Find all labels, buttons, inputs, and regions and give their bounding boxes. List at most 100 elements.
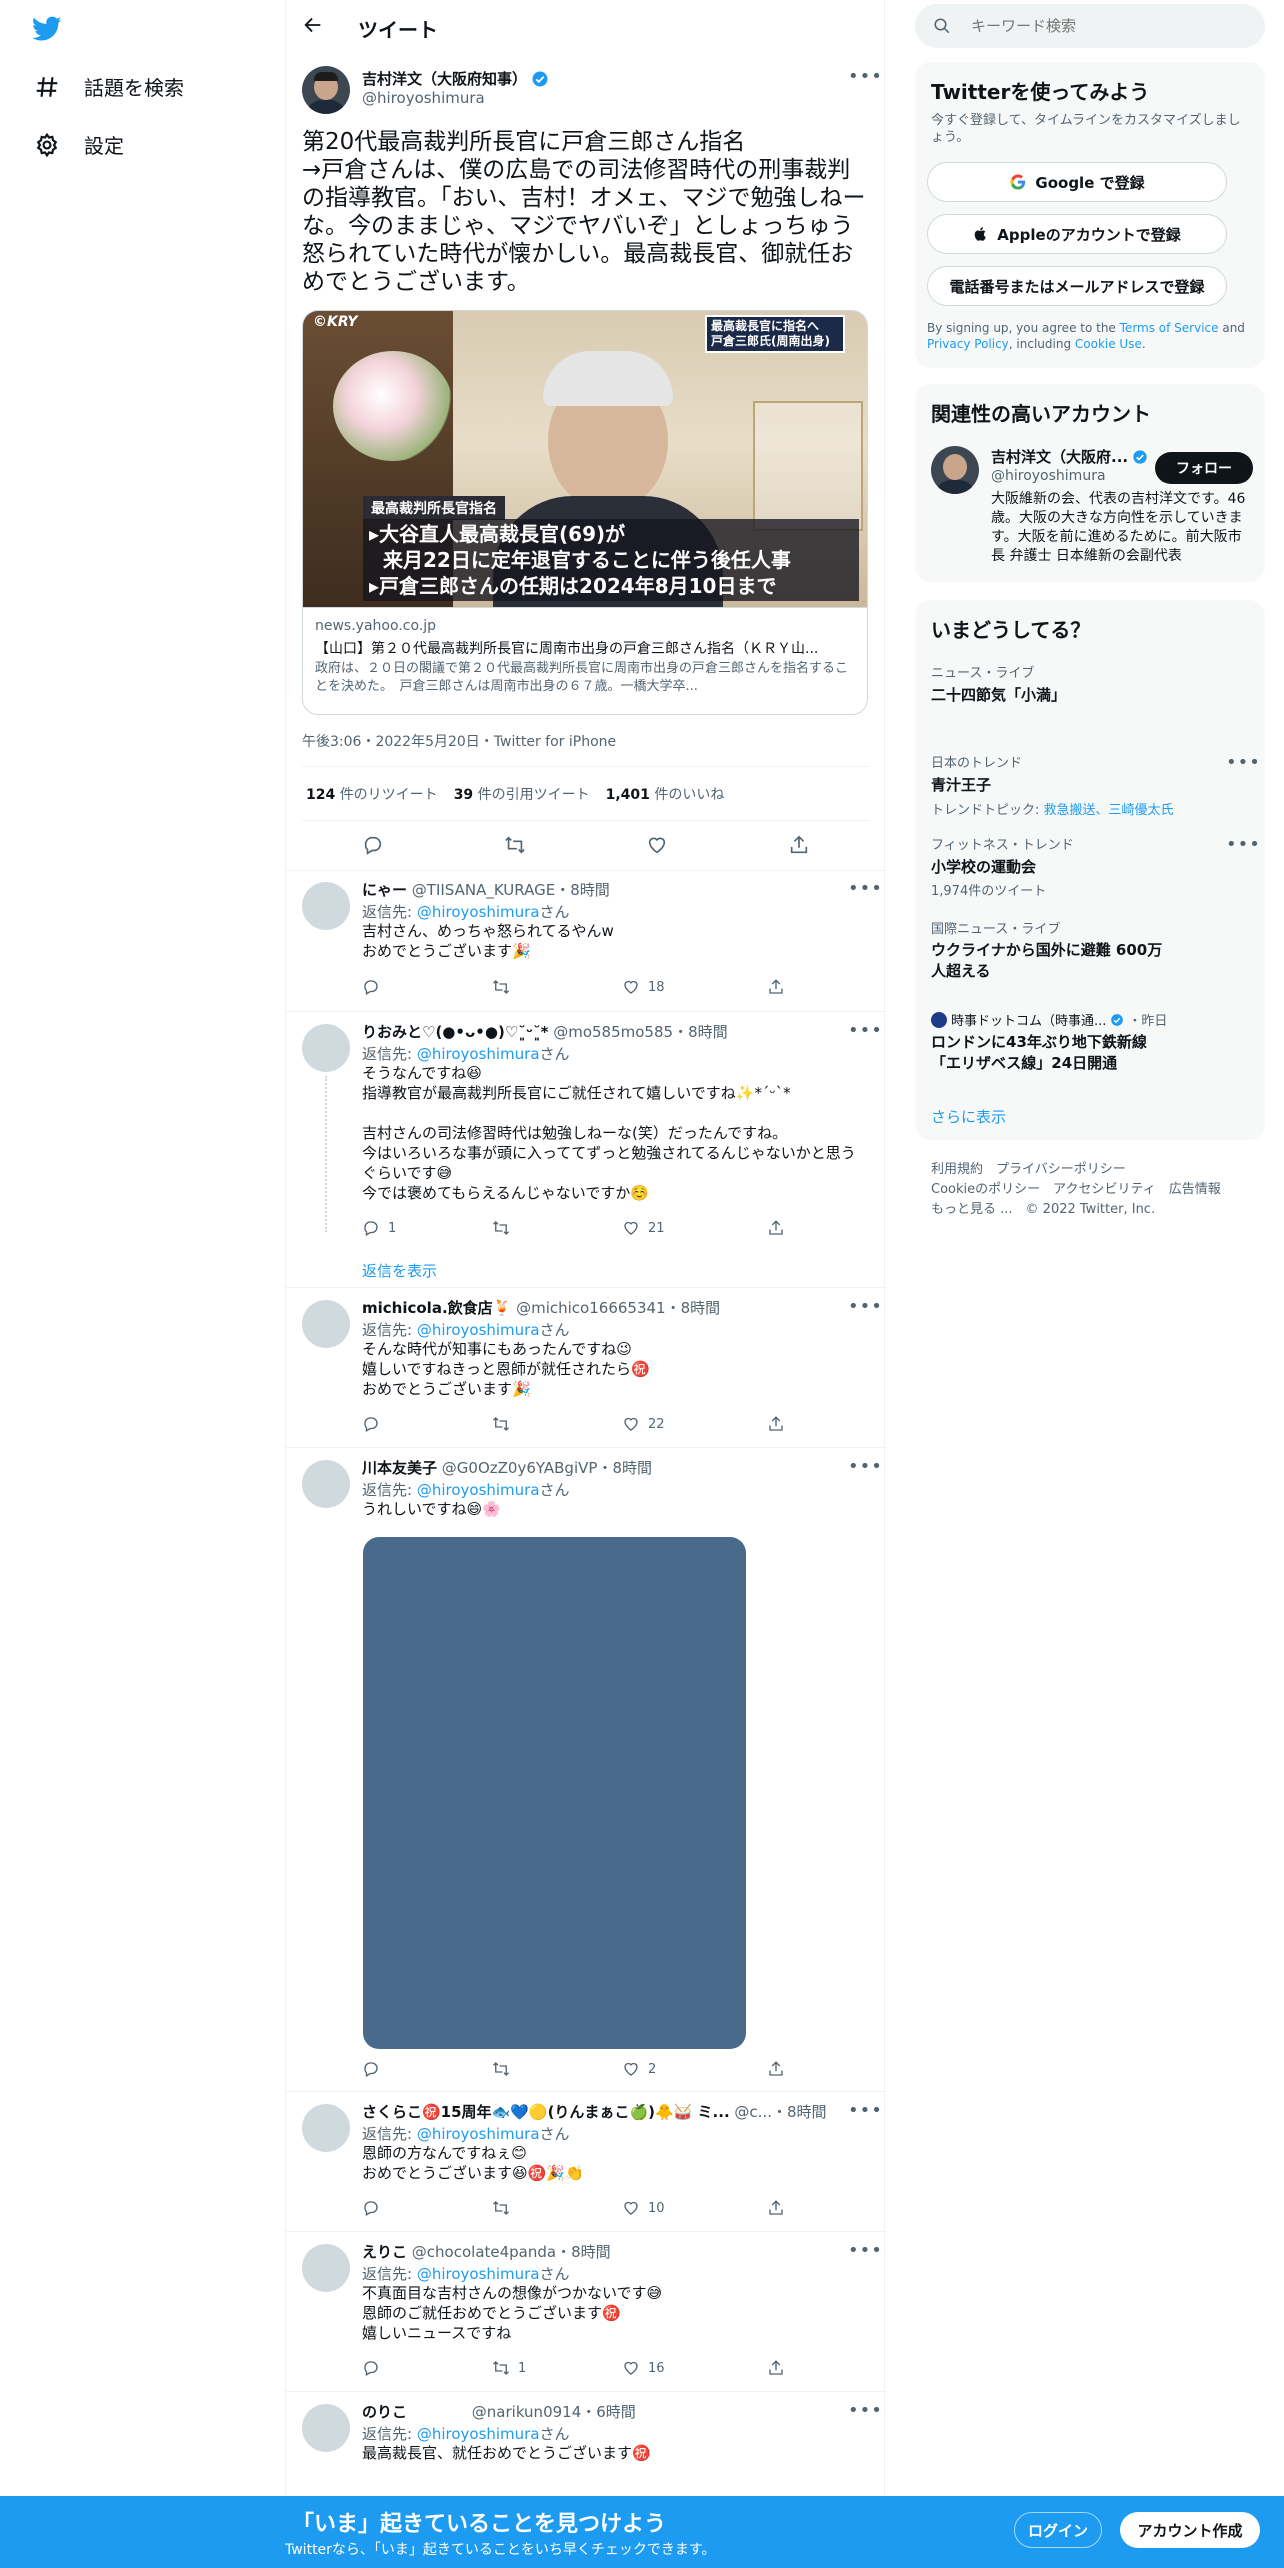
more-options-icon[interactable]: ••• xyxy=(848,878,883,899)
reply-to-link[interactable]: @hiroyoshimura xyxy=(417,1321,540,1339)
reply-like-button[interactable]: 2 xyxy=(622,2060,656,2078)
reply-to-link[interactable]: @hiroyoshimura xyxy=(417,2265,540,2283)
reply-share-button[interactable] xyxy=(767,1415,785,1433)
reply-handle[interactable]: @TIISANA_KURAGE xyxy=(412,881,555,899)
like-icon[interactable] xyxy=(646,834,668,856)
reply-reply-button[interactable] xyxy=(362,2359,388,2377)
apple-signup-button[interactable]: Appleのアカウントで登録 xyxy=(927,214,1227,254)
reply-reply-button[interactable] xyxy=(362,2060,388,2078)
cookie-link[interactable]: Cookie Use xyxy=(1075,337,1142,351)
privacy-link[interactable]: Privacy Policy xyxy=(927,337,1009,351)
reply-item[interactable]: 川本友美子 @G0OzZ0y6YABgiVP・8時間 ••• 返信先: @hir… xyxy=(286,1448,886,2092)
reply-retweet-button[interactable] xyxy=(492,2060,518,2078)
login-button[interactable]: ログイン xyxy=(1014,2512,1102,2548)
reply-time[interactable]: ・8時間 xyxy=(597,1459,652,1477)
footer-privacy[interactable]: プライバシーポリシー xyxy=(996,1162,1126,1177)
reply-reply-button[interactable]: 1 xyxy=(362,1219,396,1237)
retweet-icon[interactable] xyxy=(504,834,526,856)
quotes-stat[interactable]: 39 件の引用ツイート xyxy=(454,784,590,804)
share-icon[interactable] xyxy=(788,834,810,856)
search-box[interactable] xyxy=(915,4,1265,48)
more-options-icon[interactable]: ••• xyxy=(848,2240,883,2261)
more-options-icon[interactable]: ••• xyxy=(848,1296,883,1317)
reply-share-button[interactable] xyxy=(767,1219,785,1237)
google-signup-button[interactable]: Google で登録 xyxy=(927,162,1227,202)
reply-name[interactable]: りおみと♡(●•ᴗ•●)♡˘͈ᵕ˘͈* xyxy=(362,1023,548,1041)
reply-media-image[interactable] xyxy=(363,1537,746,2049)
likes-stat[interactable]: 1,401 件のいいね xyxy=(606,784,725,804)
trend-item[interactable]: 国際ニュース・ライブ ウクライナから国外に避難 600万人超える xyxy=(931,918,1249,982)
reply-handle[interactable]: @c... xyxy=(734,2103,772,2121)
reply-name[interactable]: のりこ xyxy=(362,2403,407,2421)
reply-name[interactable]: えりこ xyxy=(362,2243,407,2261)
reply-like-button[interactable]: 16 xyxy=(622,2359,665,2377)
reply-name[interactable]: michicola.飲食店🍹 xyxy=(362,1299,511,1317)
show-more-link[interactable]: さらに表示 xyxy=(931,1106,1006,1127)
trend-item[interactable]: 日本のトレンド 青汁王子 トレンドトピック: 救急搬送、三崎優太氏 ••• xyxy=(931,752,1260,818)
reply-handle[interactable]: @michico16665341 xyxy=(516,1299,665,1317)
more-options-icon[interactable]: ••• xyxy=(848,1456,883,1477)
search-input[interactable] xyxy=(971,14,1241,38)
related-name[interactable]: 吉村洋文（大阪府... xyxy=(991,446,1128,467)
footer-cookie[interactable]: Cookieのポリシー xyxy=(931,1182,1040,1197)
follow-button[interactable]: フォロー xyxy=(1155,452,1253,484)
more-options-icon[interactable]: ••• xyxy=(848,2100,883,2121)
reply-retweet-button[interactable]: 1 xyxy=(492,2359,526,2377)
reply-reply-button[interactable] xyxy=(362,1415,388,1433)
reply-time[interactable]: ・8時間 xyxy=(673,1023,728,1041)
reply-time[interactable]: ・8時間 xyxy=(556,2243,611,2261)
reply-share-button[interactable] xyxy=(767,2359,785,2377)
reply-time[interactable]: ・8時間 xyxy=(772,2103,827,2121)
signup-button[interactable]: アカウント作成 xyxy=(1120,2512,1260,2548)
reply-reply-button[interactable] xyxy=(362,978,388,996)
reply-time[interactable]: ・8時間 xyxy=(666,1299,721,1317)
reply-avatar[interactable] xyxy=(302,1460,350,1508)
reply-like-button[interactable]: 22 xyxy=(622,1415,665,1433)
author-avatar[interactable] xyxy=(302,66,350,114)
reply-item[interactable]: さくらこ㊗️15周年🐟💙🟡(りんまぁこ🍏)🐥🥁 ミ... @c...・8時間 •… xyxy=(286,2092,886,2232)
reply-to-link[interactable]: @hiroyoshimura xyxy=(417,2425,540,2443)
footer-accessibility[interactable]: アクセシビリティ xyxy=(1053,1182,1156,1197)
reply-like-button[interactable]: 10 xyxy=(622,2199,665,2217)
reply-retweet-button[interactable] xyxy=(492,1415,518,1433)
trend-item[interactable]: ニュース・ライブ 二十四節気「小満」 xyxy=(931,662,1249,705)
reply-name[interactable]: 川本友美子 xyxy=(362,1459,437,1477)
reply-handle[interactable]: @chocolate4panda xyxy=(412,2243,556,2261)
reply-reply-button[interactable] xyxy=(362,2199,388,2217)
tweet-timestamp[interactable]: 午後3:06・2022年5月20日・Twitter for iPhone xyxy=(302,731,616,751)
reply-to-link[interactable]: @hiroyoshimura xyxy=(417,1045,540,1063)
phone-email-signup-button[interactable]: 電話番号またはメールアドレスで登録 xyxy=(927,266,1227,306)
reply-name[interactable]: さくらこ㊗️15周年🐟💙🟡(りんまぁこ🍏)🐥🥁 ミ... xyxy=(362,2103,730,2121)
reply-to-link[interactable]: @hiroyoshimura xyxy=(417,1481,540,1499)
reply-retweet-button[interactable] xyxy=(492,2199,518,2217)
reply-avatar[interactable] xyxy=(302,882,350,930)
trend-item[interactable]: フィットネス・トレンド 小学校の運動会 1,974件のツイート ••• xyxy=(931,834,1260,899)
related-avatar[interactable] xyxy=(931,446,979,494)
twitter-logo-icon[interactable] xyxy=(32,16,62,42)
nav-explore[interactable]: 話題を検索 xyxy=(34,72,184,101)
reply-item[interactable]: りおみと♡(●•ᴗ•●)♡˘͈ᵕ˘͈* @mo585mo585・8時間 ••• … xyxy=(286,1012,886,1288)
footer-more[interactable]: もっと見る ... xyxy=(931,1202,1013,1217)
reply-avatar[interactable] xyxy=(302,2104,350,2152)
reply-to-link[interactable]: @hiroyoshimura xyxy=(417,903,540,921)
reply-avatar[interactable] xyxy=(302,1300,350,1348)
reply-icon[interactable] xyxy=(362,834,384,856)
footer-ads[interactable]: 広告情報 xyxy=(1169,1182,1221,1197)
reply-name[interactable]: にゃー xyxy=(362,881,407,899)
terms-link[interactable]: Terms of Service xyxy=(1120,321,1219,335)
reply-avatar[interactable] xyxy=(302,1024,350,1072)
reply-retweet-button[interactable] xyxy=(492,1219,518,1237)
reply-time[interactable]: ・8時間 xyxy=(555,881,610,899)
reply-like-button[interactable]: 21 xyxy=(622,1219,665,1237)
trend-topics-link[interactable]: 救急搬送、三崎優太氏 xyxy=(1044,803,1174,818)
reply-share-button[interactable] xyxy=(767,978,785,996)
link-card[interactable]: news.yahoo.co.jp 【山口】第２０代最高裁判所長官に周南市出身の戸… xyxy=(302,607,868,715)
reply-share-button[interactable] xyxy=(767,2060,785,2078)
more-options-icon[interactable]: ••• xyxy=(1226,752,1261,773)
show-replies-link[interactable]: 返信を表示 xyxy=(362,1260,437,1281)
more-options-icon[interactable]: ••• xyxy=(848,66,883,87)
retweets-stat[interactable]: 124 件のリツイート xyxy=(306,784,438,804)
more-options-icon[interactable]: ••• xyxy=(848,1020,883,1041)
footer-terms[interactable]: 利用規約 xyxy=(931,1162,983,1177)
reply-like-button[interactable]: 18 xyxy=(622,978,665,996)
